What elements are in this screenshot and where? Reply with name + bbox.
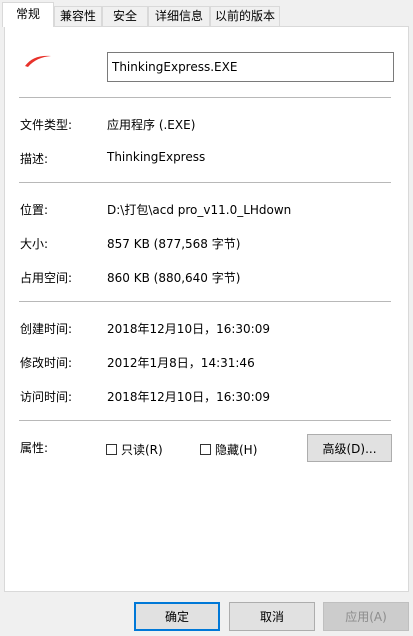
apply-button[interactable]: 应用(A) [323, 602, 409, 631]
filename-field[interactable] [107, 52, 394, 82]
readonly-label: 只读(R) [121, 443, 163, 457]
description-value: ThinkingExpress [107, 150, 206, 164]
created-label: 创建时间: [20, 322, 73, 336]
location-label: 位置: [20, 203, 49, 217]
description-label: 描述: [20, 152, 49, 166]
checkbox-box[interactable] [106, 444, 117, 455]
location-value: D:\打包\acd pro_v11.0_LHdown [107, 203, 292, 217]
disk-size-value: 860 KB (880,640 字节) [107, 271, 241, 285]
hidden-label: 隐藏(H) [215, 443, 258, 457]
tab-compatibility[interactable]: 兼容性 [54, 6, 102, 26]
attributes-label: 属性: [20, 441, 49, 455]
general-panel: 文件类型: 应用程序 (.EXE) 描述: ThinkingExpress 位置… [4, 26, 409, 592]
tab-strip: 常规 兼容性 安全 详细信息 以前的版本 [0, 0, 413, 27]
divider [19, 420, 391, 421]
app-swoosh-icon [25, 55, 51, 67]
size-value: 857 KB (877,568 字节) [107, 237, 241, 251]
file-type-label: 文件类型: [20, 118, 73, 132]
created-value: 2018年12月10日，16:30:09 [107, 322, 270, 336]
checkbox-box[interactable] [200, 444, 211, 455]
divider [19, 301, 391, 302]
ok-button[interactable]: 确定 [134, 602, 220, 631]
modified-label: 修改时间: [20, 356, 73, 370]
tab-general[interactable]: 常规 [2, 2, 54, 27]
size-label: 大小: [20, 237, 49, 251]
divider [19, 97, 391, 98]
modified-value: 2012年1月8日，14:31:46 [107, 356, 255, 370]
accessed-value: 2018年12月10日，16:30:09 [107, 390, 270, 404]
disk-size-label: 占用空间: [20, 271, 73, 285]
tab-details[interactable]: 详细信息 [148, 6, 210, 26]
hidden-checkbox[interactable]: 隐藏(H) [200, 441, 257, 458]
tab-security[interactable]: 安全 [102, 6, 148, 26]
advanced-button[interactable]: 高级(D)... [307, 434, 392, 462]
divider [19, 182, 391, 183]
cancel-button[interactable]: 取消 [229, 602, 315, 631]
file-type-value: 应用程序 (.EXE) [107, 118, 196, 132]
accessed-label: 访问时间: [20, 390, 73, 404]
readonly-checkbox[interactable]: 只读(R) [106, 441, 163, 458]
tab-previous-versions[interactable]: 以前的版本 [210, 6, 280, 26]
